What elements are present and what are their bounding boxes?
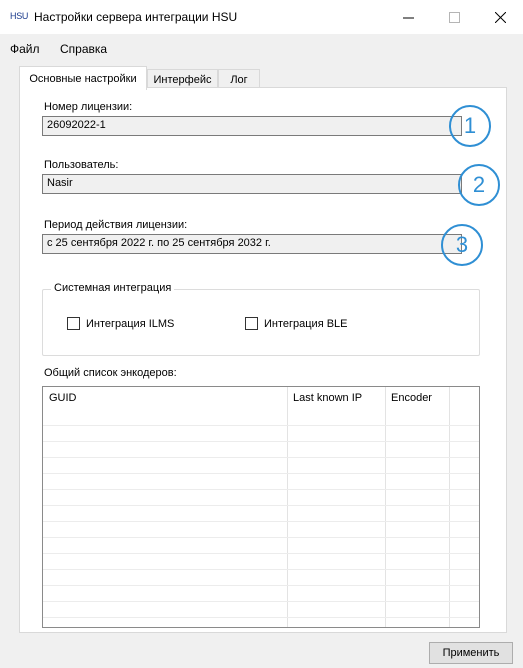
checkbox-icon	[245, 317, 258, 330]
apply-button[interactable]: Применить	[429, 642, 513, 664]
ble-integration-checkbox[interactable]: Интеграция BLE	[245, 317, 348, 330]
title-bar[interactable]: HSU Настройки сервера интеграции HSU	[0, 0, 523, 34]
encoders-list-label: Общий список энкодеров:	[44, 367, 177, 379]
table-row-divider	[43, 617, 479, 618]
system-integration-group: Системная интеграция Интеграция ILMS Инт…	[42, 282, 480, 356]
menu-help[interactable]: Справка	[60, 42, 107, 56]
table-row-divider	[43, 441, 479, 442]
column-header-guid[interactable]: GUID	[43, 387, 77, 407]
table-row-divider	[43, 537, 479, 538]
table-row-divider	[43, 521, 479, 522]
tab-main-settings[interactable]: Основные настройки	[19, 66, 147, 90]
column-header-last-known-ip[interactable]: Last known IP	[287, 387, 362, 407]
window-title: Настройки сервера интеграции HSU	[34, 10, 238, 24]
ble-integration-label: Интеграция BLE	[264, 317, 348, 330]
license-number-field[interactable]: 26092022-1	[42, 116, 462, 136]
menu-bar: Файл Справка	[0, 38, 523, 60]
table-row-divider	[43, 569, 479, 570]
table-row-divider	[43, 585, 479, 586]
license-period-label: Период действия лицензии:	[44, 219, 188, 231]
user-label: Пользователь:	[44, 159, 119, 171]
app-logo-icon: HSU	[10, 11, 29, 21]
table-row-divider	[43, 457, 479, 458]
user-field[interactable]: Nasir	[42, 174, 462, 194]
menu-file[interactable]: Файл	[10, 42, 40, 56]
main-settings-panel: Номер лицензии: 26092022-1 1 Пользовател…	[19, 87, 507, 633]
app-window: HSU Настройки сервера интеграции HSU Фай…	[0, 0, 523, 668]
table-row-divider	[43, 553, 479, 554]
annotation-marker-3: 3	[441, 224, 483, 266]
table-row-divider	[43, 601, 479, 602]
close-icon	[494, 11, 506, 23]
license-number-label: Номер лицензии:	[44, 101, 133, 113]
column-divider	[449, 387, 450, 627]
system-integration-title: Системная интеграция	[51, 282, 175, 294]
license-period-field[interactable]: с 25 сентября 2022 г. по 25 сентября 203…	[42, 234, 462, 254]
maximize-button[interactable]	[431, 0, 477, 34]
table-row-divider	[43, 473, 479, 474]
minimize-button[interactable]	[385, 0, 431, 34]
column-header-encoder[interactable]: Encoder	[385, 387, 432, 407]
checkbox-icon	[67, 317, 80, 330]
close-button[interactable]	[477, 0, 523, 34]
annotation-marker-2: 2	[458, 164, 500, 206]
encoders-table[interactable]: GUID Last known IP Encoder	[42, 386, 480, 628]
minimize-icon	[402, 17, 414, 18]
table-row-divider	[43, 425, 479, 426]
annotation-marker-1: 1	[449, 105, 491, 147]
maximize-icon	[448, 11, 460, 23]
table-row-divider	[43, 489, 479, 490]
column-divider	[385, 387, 386, 627]
ilms-integration-label: Интеграция ILMS	[86, 317, 175, 330]
ilms-integration-checkbox[interactable]: Интеграция ILMS	[67, 317, 174, 330]
column-divider	[287, 387, 288, 627]
table-row-divider	[43, 505, 479, 506]
